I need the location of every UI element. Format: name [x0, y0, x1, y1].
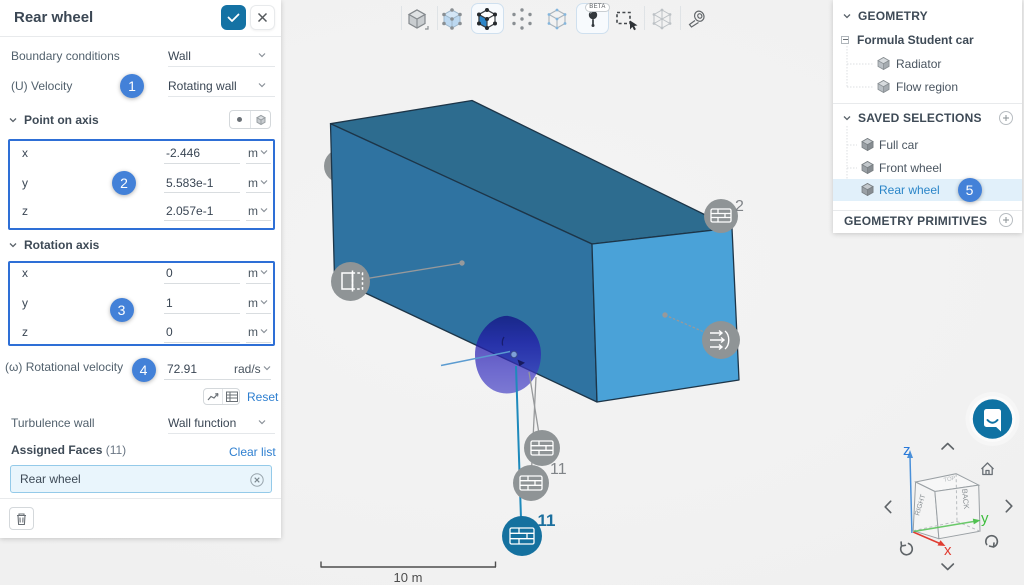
- svg-text:y: y: [981, 510, 989, 527]
- svg-text:x: x: [944, 542, 952, 559]
- svg-text:11: 11: [538, 511, 556, 530]
- svg-text:z: z: [903, 442, 911, 459]
- svg-text:2: 2: [735, 198, 744, 215]
- svg-text:11: 11: [550, 461, 567, 478]
- svg-text:10 m: 10 m: [394, 570, 423, 585]
